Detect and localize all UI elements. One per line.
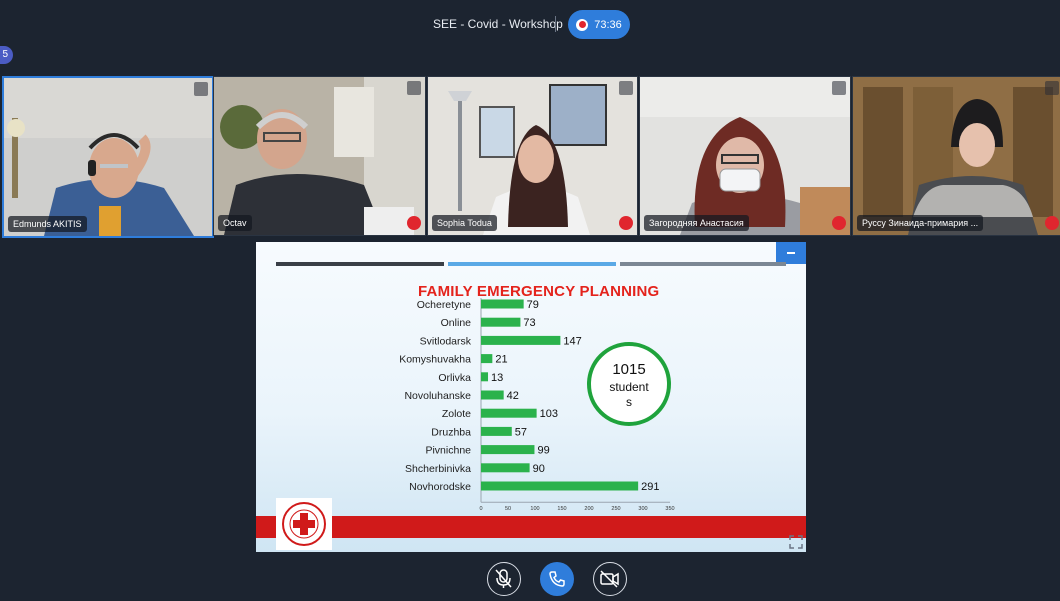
bar-shcherbinivka bbox=[481, 463, 530, 473]
category-label: Novoluhanske bbox=[404, 390, 471, 402]
microphone-muted-icon bbox=[832, 216, 846, 230]
meeting-title: SEE - Covid - Workshop bbox=[433, 17, 563, 31]
bar-novoluhanske bbox=[481, 390, 504, 400]
participants-count-badge[interactable]: 5 bbox=[0, 46, 13, 64]
data-label: 103 bbox=[540, 408, 558, 420]
bar-ocheretyne bbox=[481, 299, 524, 309]
participant-video bbox=[853, 77, 1060, 235]
video-tile-3[interactable]: Sophia Todua bbox=[427, 76, 638, 236]
microphone-muted-icon bbox=[619, 216, 633, 230]
participant-name: Octav bbox=[218, 215, 252, 231]
shared-slide: FAMILY EMERGENCY PLANNING Ocheretyne 79 On… bbox=[256, 242, 806, 552]
category-label: Komyshuvakha bbox=[399, 354, 471, 366]
video-tile-2[interactable]: Octav bbox=[213, 76, 426, 236]
microphone-muted-icon bbox=[1045, 216, 1059, 230]
category-label: Online bbox=[441, 317, 472, 329]
data-label: 79 bbox=[527, 299, 539, 311]
bar-novhorodske bbox=[481, 481, 639, 491]
bar-orlivka bbox=[481, 372, 489, 382]
x-tick-label: 250 bbox=[611, 506, 620, 512]
participant-name: Sophia Todua bbox=[432, 215, 497, 231]
data-label: 57 bbox=[515, 426, 527, 438]
expand-icon[interactable] bbox=[619, 81, 633, 95]
participant-name: Edmunds AKITIS bbox=[8, 216, 87, 232]
expand-icon[interactable] bbox=[194, 82, 208, 96]
microphone-off-icon bbox=[495, 569, 512, 588]
video-tile-5[interactable]: Руссу Зинаида-примария ... bbox=[852, 76, 1060, 236]
x-tick-label: 100 bbox=[530, 506, 539, 512]
mute-microphone-button[interactable] bbox=[487, 562, 521, 596]
video-tile-4[interactable]: Загородняя Анастасия bbox=[639, 76, 851, 236]
category-label: Shcherbinivka bbox=[405, 463, 471, 475]
x-tick-label: 350 bbox=[665, 506, 674, 512]
data-label: 13 bbox=[491, 372, 503, 384]
data-label: 42 bbox=[507, 390, 519, 402]
participant-name: Загородняя Анастасия bbox=[644, 215, 749, 231]
bar-chart: Ocheretyne 79 Online 73 Svitlodarsk 147 Komysh… bbox=[399, 298, 675, 512]
participant-video bbox=[214, 77, 425, 235]
record-icon bbox=[576, 18, 589, 31]
red-cross-logo bbox=[276, 498, 332, 550]
video-tile-1[interactable]: Edmunds AKITIS bbox=[2, 76, 214, 238]
data-label: 147 bbox=[563, 335, 581, 347]
data-label: 291 bbox=[641, 481, 659, 493]
bar-druzhba bbox=[481, 426, 512, 436]
total-label-line2: s bbox=[626, 395, 632, 409]
category-label: Orlivka bbox=[438, 372, 471, 384]
bar-svitlodarsk bbox=[481, 335, 561, 345]
microphone-muted-icon bbox=[407, 216, 421, 230]
participant-video bbox=[428, 77, 637, 235]
video-strip: Edmunds AKITIS Octav Sophia Todua Загоро… bbox=[0, 76, 1060, 238]
toggle-camera-button[interactable] bbox=[593, 562, 627, 596]
expand-icon[interactable] bbox=[832, 81, 846, 95]
audio-call-button[interactable] bbox=[540, 562, 574, 596]
expand-icon[interactable] bbox=[407, 81, 421, 95]
total-label-line1: student bbox=[609, 380, 649, 394]
expand-icon[interactable] bbox=[1045, 81, 1059, 95]
bar-komyshuvakha bbox=[481, 354, 493, 364]
category-label: Druzhba bbox=[431, 426, 471, 438]
data-label: 73 bbox=[523, 317, 535, 329]
bar-zolote bbox=[481, 408, 537, 418]
category-label: Novhorodske bbox=[409, 481, 471, 493]
participant-video bbox=[640, 77, 850, 235]
category-label: Ocheretyne bbox=[417, 299, 471, 311]
meeting-header: SEE - Covid - Workshop 73:36 bbox=[0, 0, 1060, 50]
recording-indicator[interactable]: 73:36 bbox=[568, 10, 630, 39]
participant-name: Руссу Зинаида-примария ... bbox=[857, 215, 984, 231]
data-label: 21 bbox=[495, 354, 507, 366]
fullscreen-icon[interactable] bbox=[789, 535, 803, 549]
call-controls bbox=[0, 558, 1060, 600]
x-tick-label: 0 bbox=[479, 506, 482, 512]
category-label: Zolote bbox=[442, 408, 471, 420]
bar-online bbox=[481, 317, 521, 327]
category-label: Svitlodarsk bbox=[420, 335, 472, 347]
data-label: 90 bbox=[533, 463, 545, 475]
x-tick-label: 200 bbox=[584, 506, 593, 512]
total-students-circle: 1015 student s bbox=[587, 342, 671, 426]
phone-icon bbox=[549, 571, 565, 587]
camera-off-icon bbox=[600, 570, 619, 588]
x-tick-label: 300 bbox=[638, 506, 647, 512]
x-tick-label: 50 bbox=[505, 506, 511, 512]
category-label: Pivnichne bbox=[425, 445, 471, 457]
x-tick-label: 150 bbox=[557, 506, 566, 512]
title-separator bbox=[555, 16, 556, 32]
slide-footer-band bbox=[256, 516, 806, 538]
recording-time: 73:36 bbox=[594, 18, 622, 31]
total-value: 1015 bbox=[612, 361, 645, 378]
participant-video bbox=[4, 78, 212, 236]
bar-pivnichne bbox=[481, 445, 535, 455]
data-label: 99 bbox=[537, 445, 549, 457]
